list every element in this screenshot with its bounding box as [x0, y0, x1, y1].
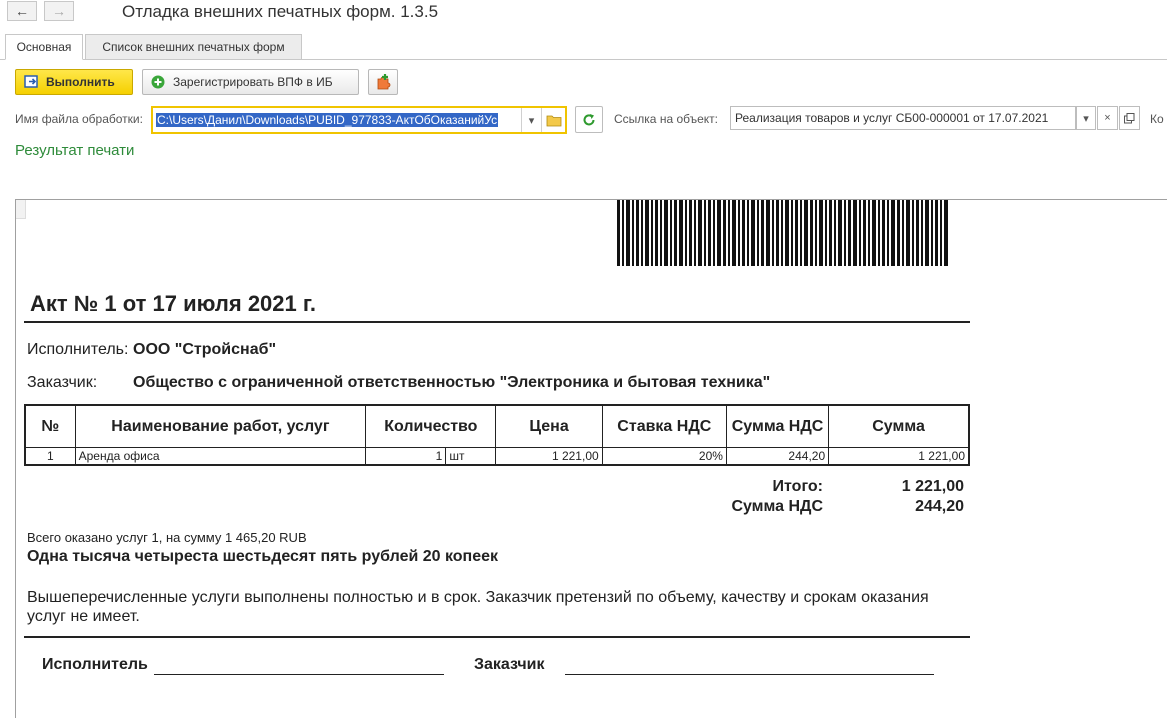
executor-signature-line [154, 674, 444, 675]
window-title: Отладка внешних печатных форм. 1.3.5 [122, 2, 439, 21]
header-vat-sum: Сумма НДС [725, 404, 830, 448]
vat-total-label: Сумма НДС [731, 498, 823, 515]
forward-button[interactable]: → [44, 1, 74, 21]
refresh-button[interactable] [575, 106, 603, 133]
title-divider [24, 321, 970, 323]
add-puzzle-button[interactable] [368, 69, 398, 95]
total-value: 1 221,00 [901, 478, 964, 495]
document-title: Акт № 1 от 17 июля 2021 г. [30, 291, 316, 316]
header-vat-rate: Ставка НДС [601, 404, 727, 448]
table-row: 1 Аренда офиса 1 шт 1 221,00 20% 244,20 … [24, 447, 970, 466]
header-name: Наименование работ, услуг [74, 404, 367, 448]
executor-label: Исполнитель: [27, 341, 129, 358]
object-link-open-button[interactable] [1119, 106, 1140, 130]
object-link-input[interactable]: Реализация товаров и услуг СБ00-000001 о… [730, 106, 1076, 130]
run-button[interactable]: Выполнить [15, 69, 133, 95]
back-button[interactable]: ← [7, 1, 37, 21]
cell-sum: 1 221,00 [828, 447, 970, 466]
cell-unit: шт [445, 447, 497, 466]
sign-executor-label: Исполнитель [42, 656, 148, 673]
cell-vat-sum: 244,20 [725, 447, 830, 466]
puzzle-add-icon [377, 74, 391, 90]
refresh-icon [583, 113, 595, 125]
file-name-value: C:\Users\Данил\Downloads\PUBID_977833-Ак… [156, 113, 499, 127]
executor-value: ООО "Стройснаб" [133, 341, 277, 358]
cell-qty: 1 [365, 447, 447, 466]
header-num: № [24, 404, 76, 448]
object-link-clear-button[interactable]: × [1097, 106, 1118, 130]
cell-price: 1 221,00 [495, 447, 603, 466]
close-icon: × [1104, 112, 1111, 124]
vat-total-value: 244,20 [915, 498, 964, 515]
arrow-left-icon: ← [15, 3, 29, 19]
cell-name: Аренда офиса [74, 447, 367, 466]
barcode [617, 200, 950, 266]
chevron-down-icon: ▾ [1083, 112, 1089, 125]
add-circle-icon [151, 75, 165, 89]
completion-note: Вышеперечисленные услуги выполнены полно… [27, 589, 929, 625]
file-open-button[interactable] [541, 108, 565, 132]
total-label: Итого: [772, 478, 823, 495]
signature-divider [24, 636, 970, 638]
summary-line: Всего оказано услуг 1, на сумму 1 465,20… [27, 530, 307, 545]
tab-main[interactable]: Основная [5, 34, 83, 60]
header-sum: Сумма [828, 404, 970, 448]
tab-external-forms-list[interactable]: Список внешних печатных форм [85, 34, 302, 60]
object-link-dropdown-button[interactable]: ▾ [1076, 106, 1096, 130]
cell-num: 1 [24, 447, 76, 466]
file-name-label: Имя файла обработки: [15, 112, 143, 126]
folder-icon [546, 115, 561, 127]
cut-label: Ко [1150, 112, 1164, 126]
customer-label: Заказчик: [27, 374, 98, 391]
open-window-icon [1124, 112, 1135, 123]
file-dropdown-button[interactable]: ▾ [521, 108, 541, 132]
register-button-label: Зарегистрировать ВПФ в ИБ [173, 75, 333, 89]
corner-cell [16, 200, 26, 219]
customer-value: Общество с ограниченной ответственностью… [133, 374, 771, 391]
table-header-row: № Наименование работ, услуг Количество Ц… [24, 404, 970, 448]
object-link-label: Ссылка на объект: [614, 112, 718, 126]
sum-in-words: Одна тысяча четыреста шестьдесят пять ру… [27, 548, 499, 565]
file-name-input[interactable]: C:\Users\Данил\Downloads\PUBID_977833-Ак… [151, 106, 567, 134]
arrow-right-icon: → [52, 3, 66, 19]
run-icon [24, 75, 38, 88]
customer-signature-line [565, 674, 934, 675]
header-price: Цена [495, 404, 603, 448]
object-link-value: Реализация товаров и услуг СБ00-000001 о… [735, 111, 1049, 125]
cell-vat-rate: 20% [601, 447, 727, 466]
sign-customer-label: Заказчик [474, 656, 545, 673]
register-button[interactable]: Зарегистрировать ВПФ в ИБ [142, 69, 359, 95]
run-button-label: Выполнить [46, 75, 115, 89]
services-table: № Наименование работ, услуг Количество Ц… [24, 404, 970, 466]
chevron-down-icon: ▾ [528, 114, 535, 127]
header-qty: Количество [365, 404, 497, 448]
print-result-label: Результат печати [15, 142, 135, 159]
